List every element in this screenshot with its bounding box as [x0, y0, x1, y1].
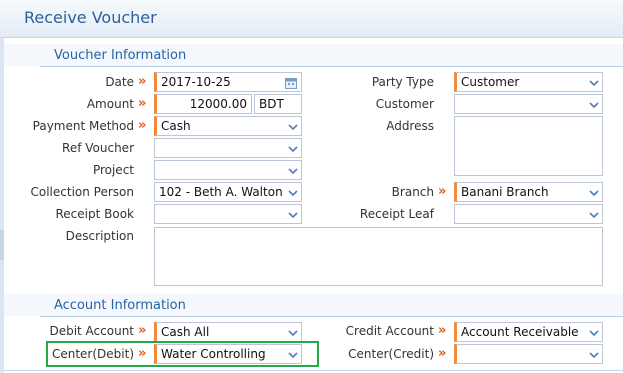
chevron-down-icon [588, 77, 600, 89]
currency-value: BDT [259, 97, 284, 111]
center-debit-highlight-box [46, 341, 319, 367]
party-type-value: Customer [461, 75, 520, 89]
receipt-leaf-label: Receipt Leaf [359, 207, 434, 221]
chevron-down-icon [287, 209, 299, 221]
chevron-down-icon [287, 187, 299, 199]
receipt-book-label: Receipt Book [55, 207, 135, 221]
credit-account-select[interactable]: Account Receivable [454, 322, 603, 342]
date-value: 2017-10-25 [161, 75, 231, 89]
chevron-down-icon [588, 349, 600, 361]
voucher-info-divider [40, 66, 623, 67]
branch-label: Branch [391, 185, 434, 199]
branch-select[interactable]: Banani Branch [454, 182, 603, 202]
collection-person-select[interactable]: 102 - Beth A. Walton [154, 182, 302, 202]
account-info-title: Account Information [54, 298, 186, 313]
chevron-down-icon [287, 143, 299, 155]
debit-account-label: Debit Account [49, 324, 134, 338]
chevron-down-icon [588, 327, 600, 339]
ref-voucher-select[interactable] [154, 138, 302, 158]
credit-account-required-marker: » [438, 323, 447, 338]
party-type-select[interactable]: Customer [454, 72, 603, 92]
voucher-info-title: Voucher Information [54, 48, 187, 63]
amount-value: 12000.00 [189, 97, 247, 111]
credit-account-value: Account Receivable [461, 325, 579, 339]
bottom-divider [4, 370, 623, 371]
collection-person-label: Collection Person [30, 185, 135, 199]
chevron-down-icon [287, 165, 299, 177]
project-select[interactable] [154, 160, 302, 180]
receipt-leaf-select[interactable] [454, 204, 603, 224]
payment-method-value: Cash [161, 119, 191, 133]
debit-account-select[interactable]: Cash All [154, 322, 302, 342]
payment-method-select[interactable]: Cash [154, 116, 302, 136]
address-textarea[interactable] [454, 116, 603, 176]
debit-account-required-marker: » [138, 323, 147, 338]
chevron-down-icon [287, 121, 299, 133]
ref-voucher-label: Ref Voucher [62, 141, 134, 155]
debit-account-value: Cash All [161, 325, 210, 339]
account-info-divider [40, 316, 623, 317]
address-label: Address [386, 119, 434, 133]
collection-person-value: 102 - Beth A. Walton [159, 185, 283, 199]
chevron-down-icon [588, 187, 600, 199]
center-credit-required-marker: » [438, 346, 447, 361]
amount-label: Amount [86, 97, 134, 111]
chevron-down-icon [287, 327, 299, 339]
payment-method-required-marker: » [138, 118, 147, 133]
receipt-book-select[interactable] [154, 204, 302, 224]
chevron-down-icon [588, 99, 600, 111]
project-label: Project [92, 163, 134, 177]
date-label: Date [105, 75, 134, 89]
customer-label: Customer [375, 97, 434, 111]
page-title: Receive Voucher [24, 8, 157, 27]
branch-value: Banani Branch [461, 185, 549, 199]
description-textarea[interactable] [154, 227, 603, 286]
customer-select[interactable] [454, 94, 603, 114]
branch-required-marker: » [438, 184, 447, 199]
description-label: Description [65, 229, 134, 243]
chevron-down-icon [588, 209, 600, 221]
amount-input[interactable]: 12000.00 [154, 94, 252, 114]
payment-method-label: Payment Method [32, 119, 134, 133]
center-credit-select[interactable] [454, 344, 603, 364]
amount-required-marker: » [138, 96, 147, 111]
date-required-marker: » [138, 74, 147, 89]
credit-account-label: Credit Account [345, 324, 434, 338]
party-type-label: Party Type [371, 75, 434, 89]
currency-field[interactable]: BDT [254, 94, 302, 114]
center-credit-label: Center(Credit) [348, 347, 434, 361]
date-input[interactable]: 2017-10-25 [154, 72, 302, 92]
calendar-icon[interactable] [285, 76, 297, 89]
